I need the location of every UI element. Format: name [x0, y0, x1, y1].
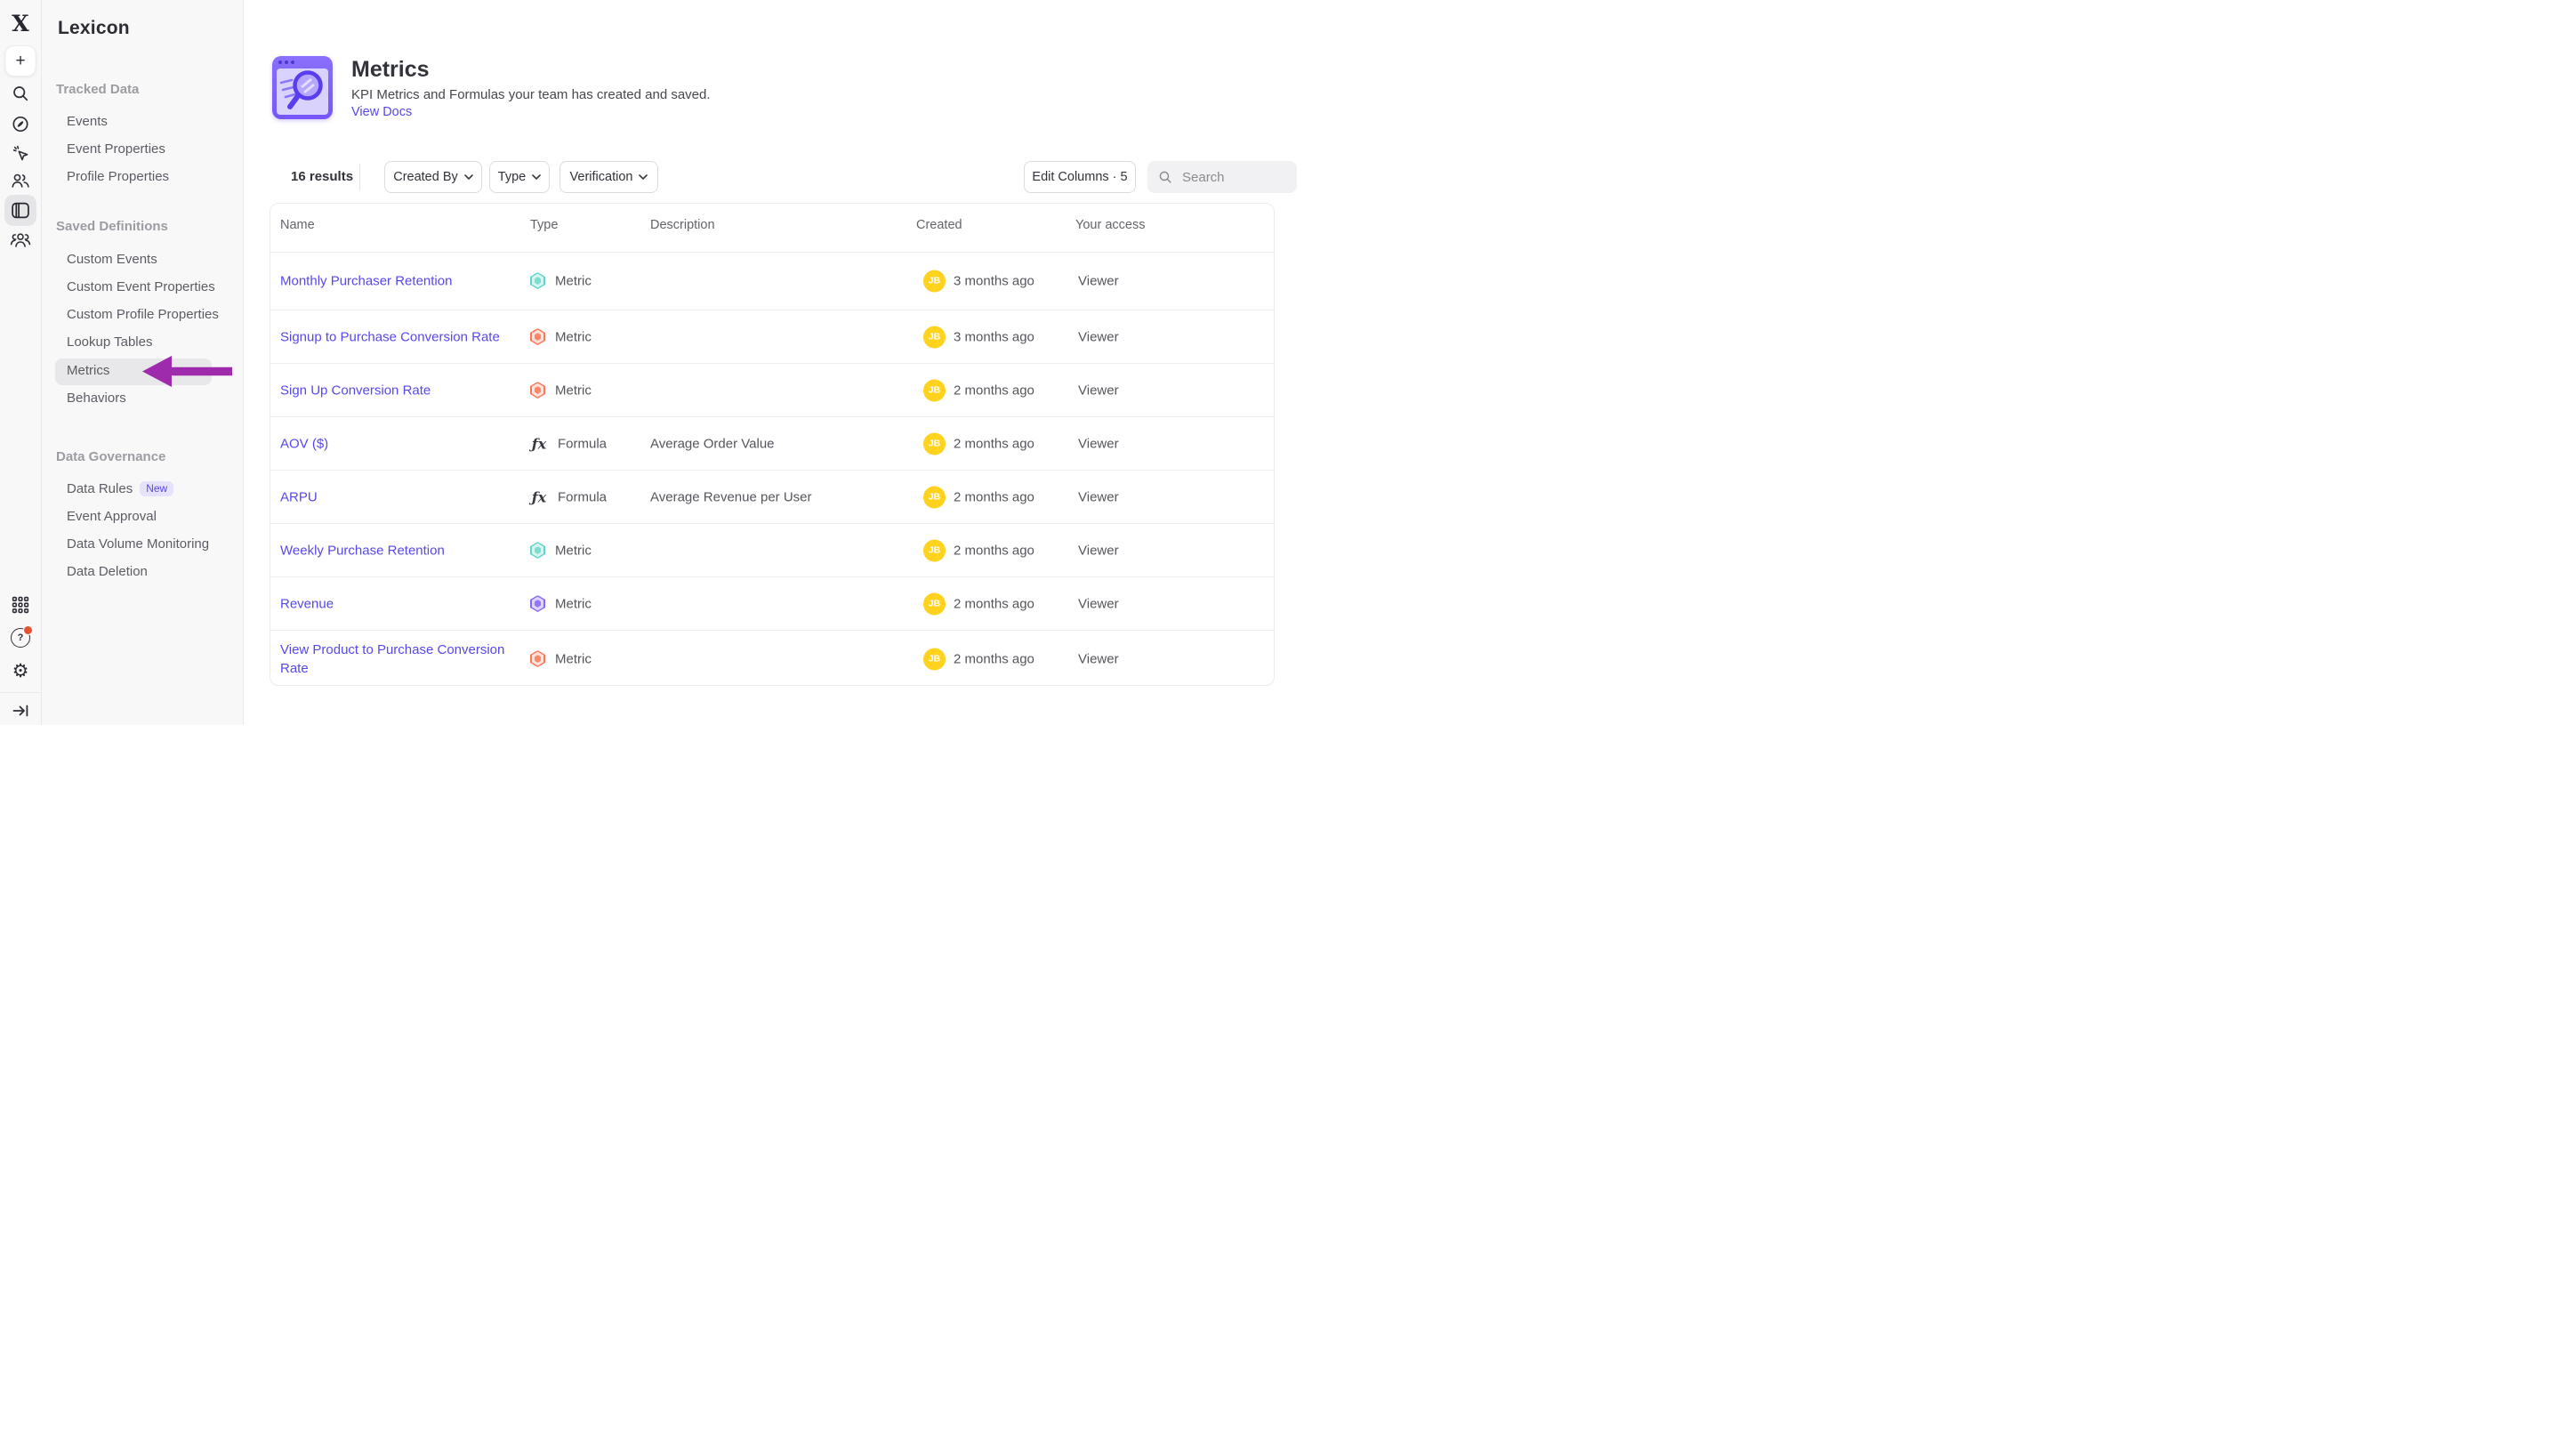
sidebar-item-events[interactable]: Events — [67, 114, 108, 129]
create-plus-button[interactable]: + — [5, 45, 36, 77]
avatar: JB — [923, 270, 946, 292]
cohorts-group-icon[interactable] — [10, 231, 31, 249]
section-saved-definitions: Saved Definitions — [56, 219, 168, 234]
metric-icon — [530, 595, 545, 612]
filter-type[interactable]: Type — [489, 161, 550, 193]
avatar: JB — [923, 326, 946, 348]
table-header: Name Type Description Created Your acces… — [270, 204, 1274, 253]
avatar: JB — [923, 648, 946, 670]
sidebar-item-custom-events[interactable]: Custom Events — [67, 252, 157, 267]
chevron-down-icon — [639, 174, 648, 180]
formula-icon: ƒx — [530, 488, 548, 505]
section-tracked-data: Tracked Data — [56, 82, 139, 97]
notification-dot — [23, 625, 33, 635]
section-data-governance: Data Governance — [56, 449, 165, 464]
col-description: Description — [650, 218, 715, 232]
edit-columns-button[interactable]: Edit Columns · 5 — [1024, 161, 1136, 193]
avatar: JB — [923, 432, 946, 455]
mixpanel-logo-icon[interactable]: X — [12, 11, 28, 36]
discover-compass-icon[interactable] — [12, 115, 30, 133]
sidebar-item-custom-profile-properties[interactable]: Custom Profile Properties — [67, 307, 219, 322]
table-row[interactable]: Weekly Purchase Retention Metric JB2 mon… — [270, 524, 1274, 577]
rail-divider — [0, 692, 41, 693]
page-title: Metrics — [351, 57, 430, 83]
magnifier-illustration — [272, 56, 333, 119]
sidebar-title: Lexicon — [58, 18, 130, 39]
col-created: Created — [916, 218, 962, 232]
events-cursor-icon[interactable] — [11, 143, 30, 163]
lexicon-metrics-page: { "app": { "product": "Lexicon", "logo_l… — [0, 0, 1288, 725]
metric-icon — [530, 272, 545, 289]
search-icon[interactable] — [12, 85, 29, 102]
lexicon-panel-icon[interactable] — [12, 202, 30, 219]
lexicon-sidebar: Lexicon Tracked Data Events Event Proper… — [42, 0, 244, 725]
sidebar-item-data-deletion[interactable]: Data Deletion — [67, 564, 148, 579]
search-icon — [1158, 170, 1172, 184]
icon-rail: X + — [0, 0, 42, 725]
metric-name-link[interactable]: ARPU — [280, 487, 318, 506]
table-row[interactable]: ARPU ƒxFormula Average Revenue per User … — [270, 471, 1274, 524]
view-docs-link[interactable]: View Docs — [351, 105, 412, 119]
users-icon[interactable] — [11, 172, 31, 189]
metric-name-link[interactable]: View Product to Purchase Conversion Rate — [280, 640, 522, 678]
formula-icon: ƒx — [530, 435, 548, 452]
sidebar-item-lookup-tables[interactable]: Lookup Tables — [67, 334, 152, 350]
chevron-down-icon — [532, 174, 541, 180]
metric-name-link[interactable]: Weekly Purchase Retention — [280, 541, 445, 560]
metrics-table: Name Type Description Created Your acces… — [270, 203, 1275, 686]
collapse-sidebar-icon[interactable] — [12, 703, 29, 719]
metrics-page-icon — [272, 56, 333, 119]
avatar: JB — [923, 379, 946, 401]
table-row[interactable]: AOV ($) ƒxFormula Average Order Value JB… — [270, 417, 1274, 471]
table-row[interactable]: Monthly Purchaser Retention Metric JB3 m… — [270, 252, 1274, 310]
sidebar-item-data-rules[interactable]: Data Rules New — [67, 481, 173, 496]
apps-grid-icon[interactable] — [12, 596, 29, 614]
main-content: Metrics KPI Metrics and Formulas your te… — [244, 0, 1288, 725]
new-badge: New — [140, 481, 173, 496]
avatar: JB — [923, 592, 946, 615]
sidebar-item-metrics[interactable]: Metrics — [67, 363, 109, 378]
sidebar-item-event-properties[interactable]: Event Properties — [67, 141, 165, 157]
table-row[interactable]: Revenue Metric JB2 months ago Viewer — [270, 577, 1274, 631]
page-description: KPI Metrics and Formulas your team has c… — [351, 87, 711, 102]
col-your-access: Your access — [1075, 218, 1145, 232]
settings-gear-icon[interactable]: ⚙ — [12, 662, 29, 681]
chevron-down-icon — [464, 174, 473, 180]
avatar: JB — [923, 539, 946, 561]
metric-name-link[interactable]: AOV ($) — [280, 434, 328, 453]
sidebar-item-data-volume-monitoring[interactable]: Data Volume Monitoring — [67, 536, 209, 552]
metric-icon — [530, 328, 545, 345]
sidebar-item-behaviors[interactable]: Behaviors — [67, 391, 126, 406]
search-box — [1147, 161, 1297, 193]
metric-icon — [530, 542, 545, 559]
metric-name-link[interactable]: Monthly Purchaser Retention — [280, 271, 452, 290]
table-row[interactable]: Sign Up Conversion Rate Metric JB2 month… — [270, 364, 1274, 417]
sidebar-item-event-approval[interactable]: Event Approval — [67, 509, 157, 524]
metric-name-link[interactable]: Signup to Purchase Conversion Rate — [280, 327, 500, 346]
results-count: 16 results — [291, 169, 353, 184]
col-name: Name — [280, 218, 315, 232]
sidebar-item-profile-properties[interactable]: Profile Properties — [67, 169, 169, 184]
filter-verification[interactable]: Verification — [559, 161, 658, 193]
filter-created-by[interactable]: Created By — [384, 161, 482, 193]
table-row[interactable]: View Product to Purchase Conversion Rate… — [270, 631, 1274, 687]
metric-name-link[interactable]: Sign Up Conversion Rate — [280, 381, 431, 399]
sidebar-item-custom-event-properties[interactable]: Custom Event Properties — [67, 279, 215, 294]
metric-name-link[interactable]: Revenue — [280, 594, 334, 613]
table-row[interactable]: Signup to Purchase Conversion Rate Metri… — [270, 310, 1274, 364]
help-icon[interactable]: ? — [11, 628, 30, 648]
avatar: JB — [923, 486, 946, 508]
search-input[interactable] — [1180, 169, 1282, 186]
col-type: Type — [530, 218, 558, 232]
metric-icon — [530, 382, 545, 399]
toolbar-divider — [359, 164, 360, 190]
metric-icon — [530, 650, 545, 667]
